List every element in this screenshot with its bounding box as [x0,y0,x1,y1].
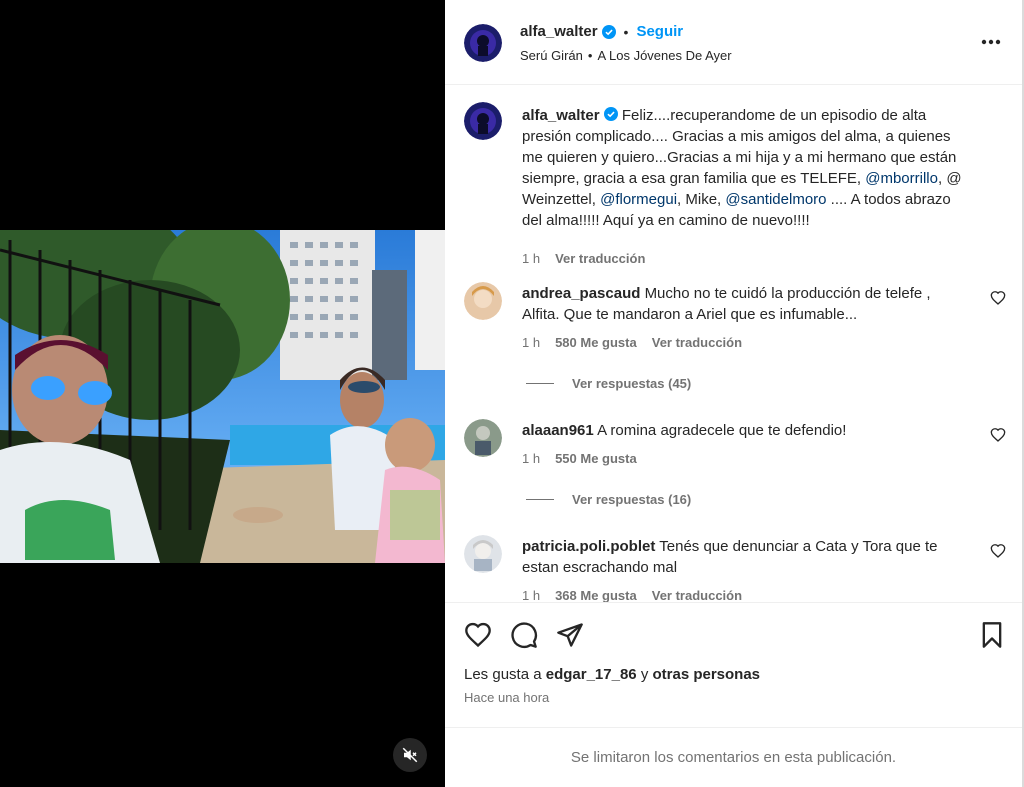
view-replies-label: Ver respuestas (16) [572,492,692,507]
caption-text: alfa_walter Feliz....recuperandome de un… [522,105,967,231]
audio-song[interactable]: A Los Jóvenes De Ayer [597,48,731,63]
separator-dot: • [587,48,593,63]
author-avatar[interactable] [464,24,502,62]
comment-text: andrea_pascaud Mucho no te cuidó la prod… [522,283,967,325]
replies-line [526,383,554,384]
see-translation-link[interactable]: Ver traducción [652,335,742,350]
comment-likes[interactable]: 550 Me gusta [555,451,637,466]
commenter-avatar[interactable] [464,419,502,457]
post-timestamp[interactable]: Hace una hora [464,690,549,705]
author-username[interactable]: alfa_walter [520,23,598,40]
more-options-button[interactable] [979,32,1003,52]
replies-line [526,499,554,500]
mention-link[interactable]: @santidelmoro [725,191,826,208]
audio-artist[interactable]: Serú Girán [520,48,583,63]
like-comment-heart-icon[interactable] [990,543,1006,559]
audio-attribution[interactable]: Serú Girán • A Los Jóvenes De Ayer [520,48,732,63]
mention-link[interactable]: @mborrillo [865,170,938,187]
commenter-username[interactable]: andrea_pascaud [522,285,640,302]
comment-likes[interactable]: 368 Me gusta [555,588,637,602]
caption-body: , Mike, [677,191,722,208]
view-replies-button[interactable]: Ver respuestas (45) [526,376,691,391]
comment-body: A romina agradecele que te defendio! [597,422,847,439]
post-details-panel: alfa_walter • Seguir Serú Girán • A Los … [445,0,1024,787]
commenter-avatar[interactable] [464,282,502,320]
view-replies-label: Ver respuestas (45) [572,376,692,391]
comment-time[interactable]: 1 h [522,588,540,602]
likes-joiner: y [640,666,649,683]
comments-limited-text: Se limitaron los comentarios en esta pub… [570,749,897,766]
follow-button[interactable]: Seguir [636,23,683,40]
mute-button[interactable] [393,738,427,772]
see-translation-link[interactable]: Ver traducción [555,251,645,266]
post-actions-bar [445,602,1022,728]
heart-icon[interactable] [464,621,492,649]
likes-others-link[interactable]: otras personas [652,666,760,683]
caption-time[interactable]: 1 h [522,251,540,266]
likes-user-link[interactable]: edgar_17_86 [546,666,637,683]
comment-text: patricia.poli.poblet Tenés que denunciar… [522,536,967,578]
comment-time[interactable]: 1 h [522,335,540,350]
comment-icon[interactable] [510,621,538,649]
likes-prefix: Les gusta a [464,666,542,683]
caption-username[interactable]: alfa_walter [522,107,600,124]
like-comment-heart-icon[interactable] [990,427,1006,443]
mention-link[interactable]: @flormegui [600,191,677,208]
share-icon[interactable] [556,621,584,649]
comments-limited-notice: Se limitaron los comentarios en esta pub… [445,727,1022,787]
view-replies-button[interactable]: Ver respuestas (16) [526,492,691,507]
post-photo[interactable] [0,230,445,563]
more-options-icon [981,39,1001,45]
commenter-username[interactable]: patricia.poli.poblet [522,538,655,555]
comment-likes[interactable]: 580 Me gusta [555,335,637,350]
comment-meta: 1 h 550 Me gusta [522,451,637,466]
verified-icon [603,107,618,121]
comment-time[interactable]: 1 h [522,451,540,466]
separator-dot: • [623,23,629,40]
comments-list[interactable]: alfa_walter Feliz....recuperandome de un… [445,86,1022,602]
caption-meta: 1 h Ver traducción [522,251,645,266]
post-header: alfa_walter • Seguir Serú Girán • A Los … [445,0,1022,85]
comment-meta: 1 h 368 Me gusta Ver traducción [522,588,742,602]
see-translation-link[interactable]: Ver traducción [652,588,742,602]
likes-summary: Les gusta a edgar_17_86 y otras personas [464,666,760,683]
caption-author-avatar[interactable] [464,102,502,140]
author-line: alfa_walter • Seguir [520,23,683,40]
post-media-panel [0,0,445,787]
comment-text: alaaan961 A romina agradecele que te def… [522,420,967,441]
commenter-avatar[interactable] [464,535,502,573]
save-icon[interactable] [978,621,1006,649]
verified-icon [601,24,616,39]
commenter-username[interactable]: alaaan961 [522,422,594,439]
comment-meta: 1 h 580 Me gusta Ver traducción [522,335,742,350]
like-comment-heart-icon[interactable] [990,290,1006,306]
mute-icon [402,747,418,763]
post-photo-image [0,230,445,563]
